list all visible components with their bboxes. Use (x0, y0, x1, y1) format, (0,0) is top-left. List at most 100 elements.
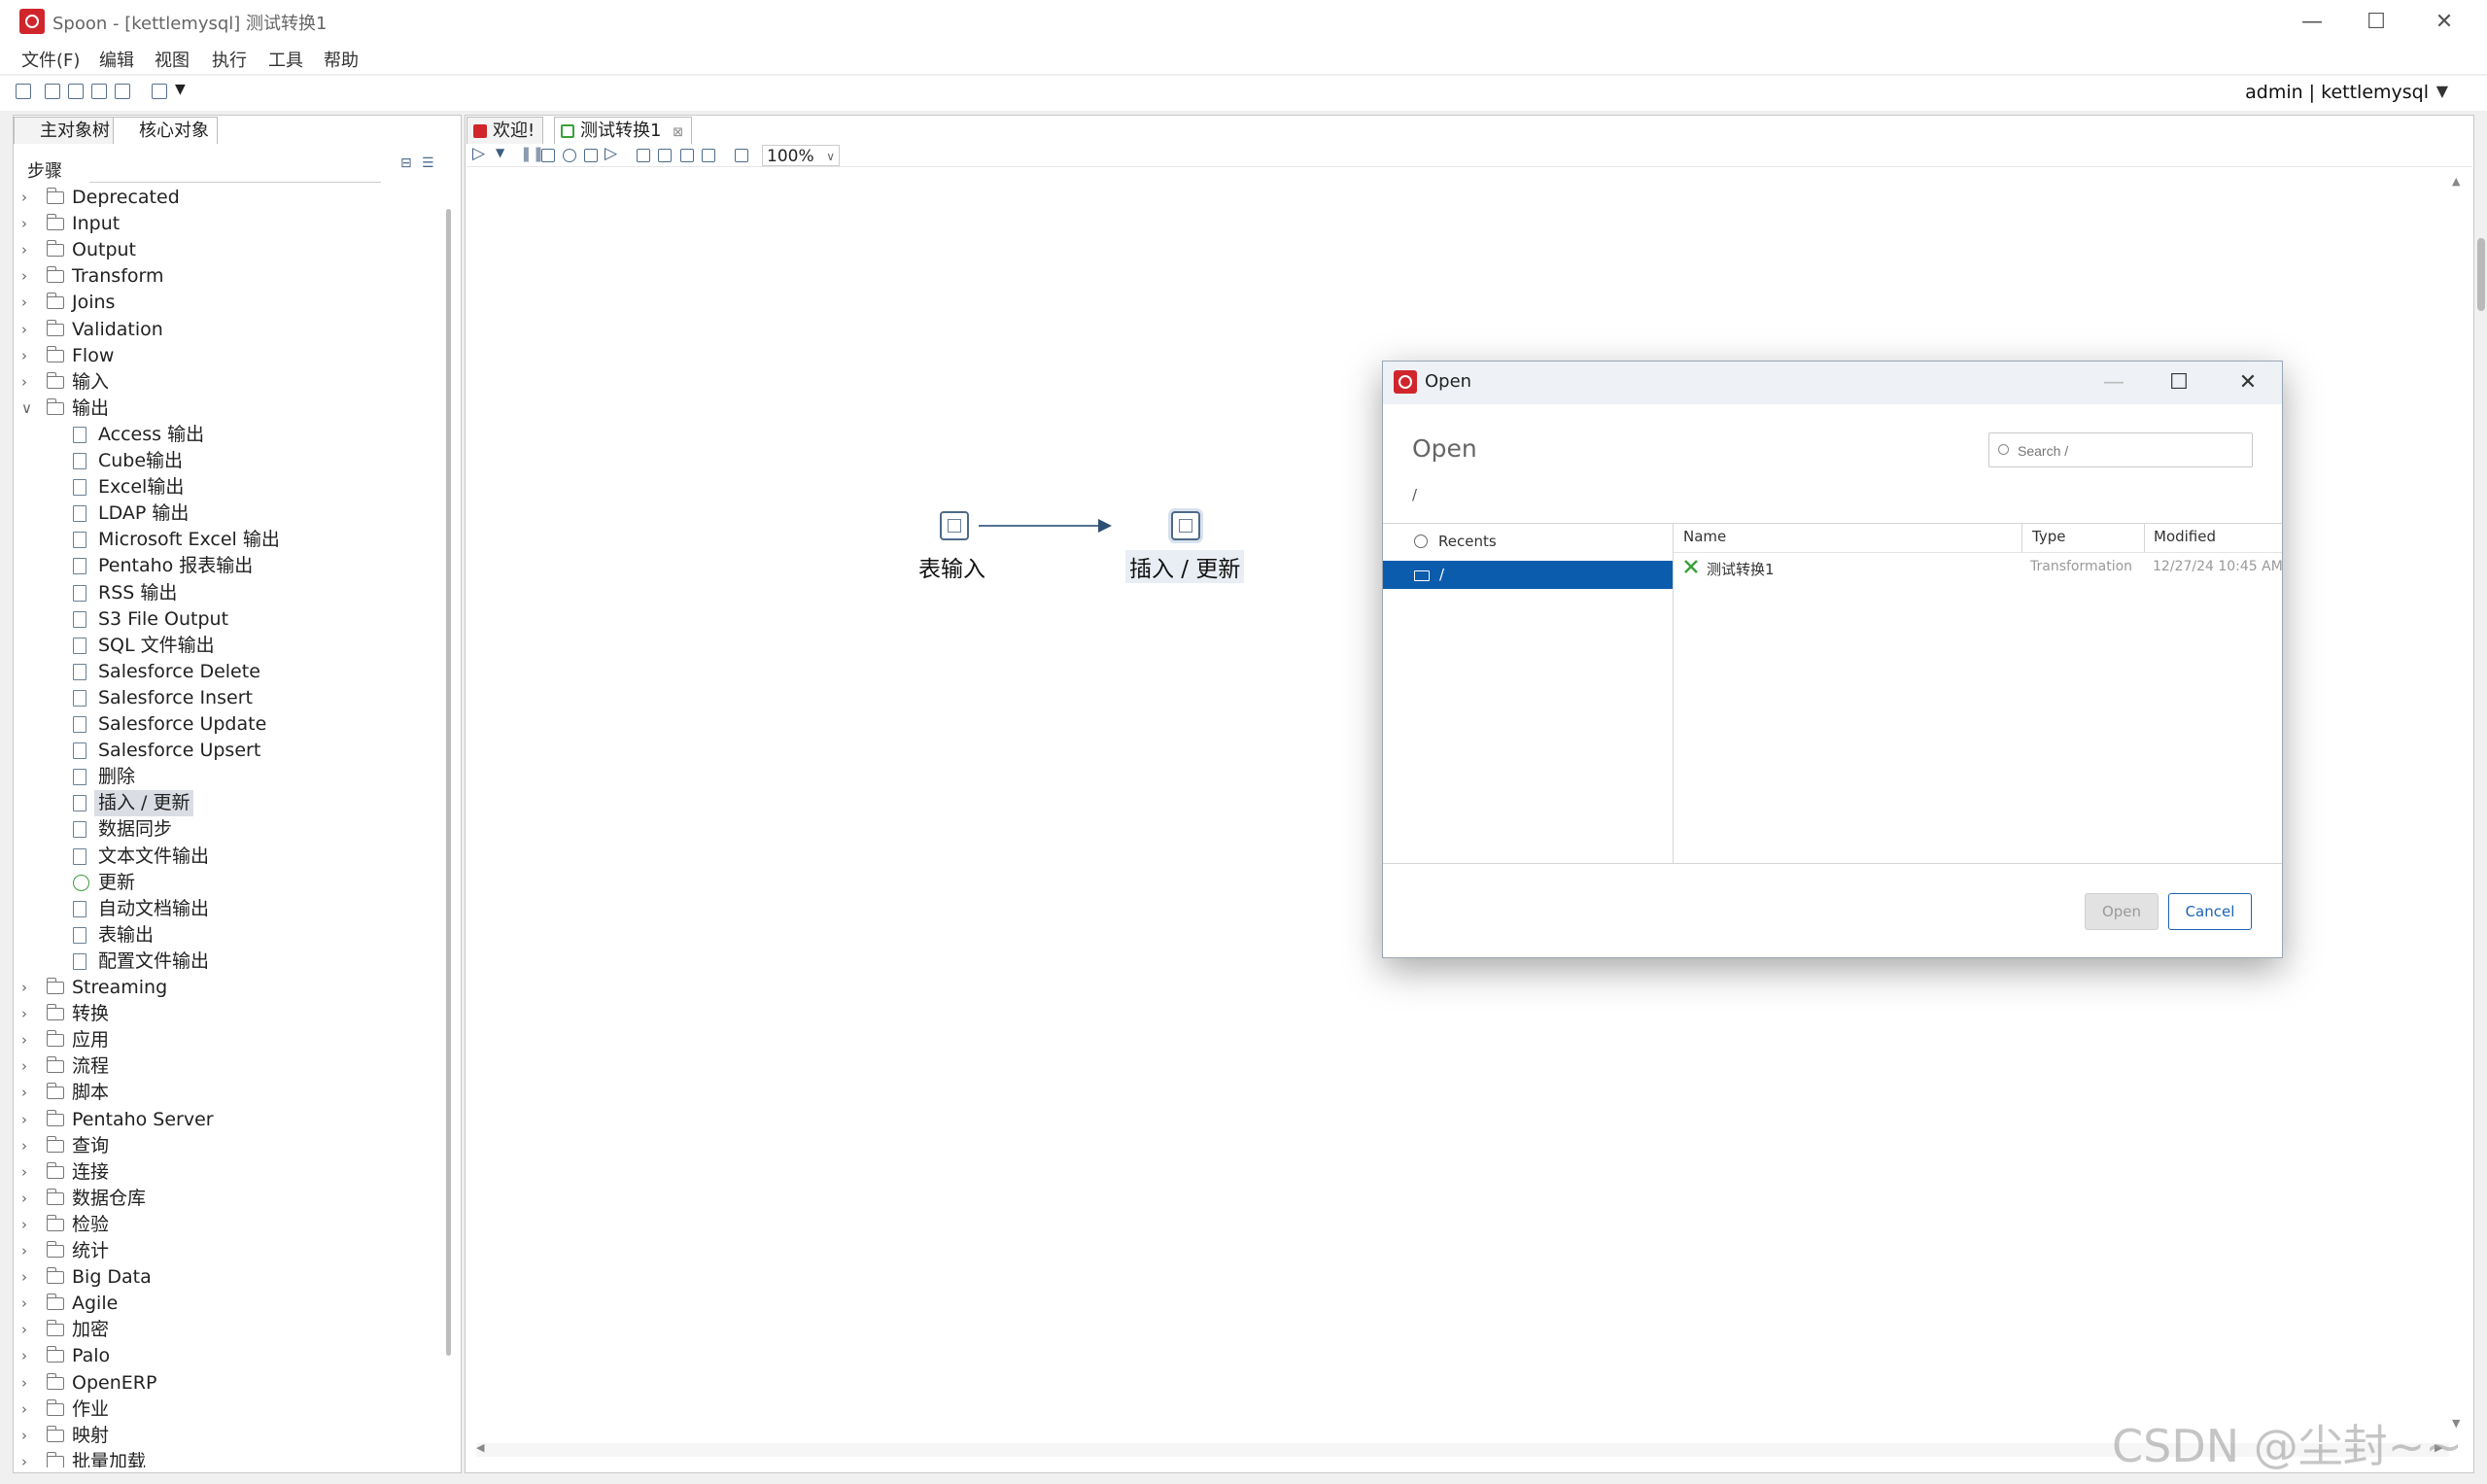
user-dropdown-icon[interactable]: ▼ (2436, 82, 2448, 100)
tree-folder[interactable]: › 应用 (21, 1027, 430, 1053)
impact-icon[interactable] (658, 149, 672, 162)
column-header-name[interactable]: Name (1683, 528, 1726, 545)
tree-folder[interactable]: › OpenERP (21, 1370, 430, 1397)
window-scrollbar-thumb[interactable] (2477, 238, 2485, 311)
menu-file[interactable]: 文件(F) (21, 47, 80, 72)
tree-folder[interactable]: › 脚本 (21, 1080, 430, 1106)
chevron-right-icon[interactable]: › (21, 343, 35, 369)
tree-step-item[interactable]: Salesforce Delete (21, 659, 430, 685)
step-node-table-input[interactable] (940, 511, 969, 540)
tree-step-item[interactable]: Microsoft Excel 输出 (21, 527, 430, 553)
tab-welcome[interactable]: 欢迎! (466, 117, 544, 144)
tree-folder[interactable]: › Validation (21, 317, 430, 343)
tree-folder[interactable]: › 统计 (21, 1238, 430, 1264)
chevron-right-icon[interactable]: › (21, 369, 35, 396)
scroll-left-icon[interactable]: ◀ (476, 1441, 484, 1454)
tab-core-objects[interactable]: 核心对象 (113, 117, 218, 144)
tree-folder[interactable]: › 批量加载 (21, 1449, 430, 1467)
chevron-right-icon[interactable]: › (21, 1133, 35, 1159)
dialog-close-button[interactable]: ✕ (2224, 365, 2272, 400)
tree-step-item[interactable]: Salesforce Insert (21, 685, 430, 711)
chevron-right-icon[interactable]: › (21, 1107, 35, 1133)
collapse-all-icon[interactable]: ⊟ (400, 155, 412, 171)
run-icon[interactable]: ▷ (472, 144, 485, 163)
tree-step-item[interactable]: 配置文件输出 (21, 949, 430, 975)
menu-run[interactable]: 执行 (212, 47, 247, 72)
open-button[interactable]: Open (2085, 893, 2159, 930)
open-file-icon[interactable] (45, 84, 60, 99)
chevron-right-icon[interactable]: › (21, 1423, 35, 1449)
chevron-right-icon[interactable]: › (21, 1238, 35, 1264)
tree-folder[interactable]: › 流程 (21, 1053, 430, 1080)
tree-step-item[interactable]: Cube输出 (21, 448, 430, 474)
menu-help[interactable]: 帮助 (324, 47, 359, 72)
chevron-right-icon[interactable]: › (21, 1186, 35, 1212)
tree-folder[interactable]: › 检验 (21, 1212, 430, 1238)
chevron-right-icon[interactable]: › (21, 1291, 35, 1317)
tree-folder[interactable]: › 数据仓库 (21, 1186, 430, 1212)
sql-icon[interactable] (680, 149, 694, 162)
tree-step-item[interactable]: 插入 / 更新 (21, 790, 430, 817)
chevron-right-icon[interactable]: › (21, 1449, 35, 1467)
chevron-right-icon[interactable]: › (21, 1080, 35, 1106)
explore-db-icon[interactable] (702, 149, 715, 162)
chevron-right-icon[interactable]: › (21, 1264, 35, 1291)
tree-folder[interactable]: › 转换 (21, 1001, 430, 1027)
tree-step-item[interactable]: RSS 输出 (21, 580, 430, 606)
tree-folder[interactable]: › 输入 (21, 369, 430, 396)
chevron-down-icon[interactable]: ∨ (21, 396, 35, 422)
tree-step-item[interactable]: LDAP 输出 (21, 500, 430, 527)
tree-folder[interactable]: › 连接 (21, 1159, 430, 1186)
chevron-right-icon[interactable]: › (21, 185, 35, 211)
tree-step-item[interactable]: 数据同步 (21, 816, 430, 843)
chevron-right-icon[interactable]: › (21, 1343, 35, 1369)
column-header-modified[interactable]: Modified (2154, 528, 2216, 545)
tree-folder[interactable]: › Pentaho Server (21, 1107, 430, 1133)
tree-folder[interactable]: › Palo (21, 1343, 430, 1369)
tree-folder[interactable]: › 作业 (21, 1397, 430, 1423)
verify-icon[interactable] (637, 149, 650, 162)
chevron-right-icon[interactable]: › (21, 290, 35, 316)
chevron-right-icon[interactable]: › (21, 263, 35, 290)
tree-folder[interactable]: ∨ 输出 (21, 396, 430, 422)
chevron-right-icon[interactable]: › (21, 975, 35, 1001)
tree-step-item[interactable]: Salesforce Update (21, 711, 430, 738)
tree-step-item[interactable]: S3 File Output (21, 606, 430, 633)
dialog-maximize-button[interactable]: ☐ (2155, 365, 2203, 400)
show-results-icon[interactable] (735, 149, 748, 162)
expand-all-icon[interactable]: ☰ (422, 155, 434, 171)
zoom-select[interactable]: 100% ∨ (762, 145, 840, 166)
chevron-right-icon[interactable]: › (21, 1317, 35, 1343)
tree-folder[interactable]: › Big Data (21, 1264, 430, 1291)
tree-folder[interactable]: › Joins (21, 290, 430, 316)
dialog-search-input[interactable] (2016, 440, 2247, 462)
debug-icon[interactable] (584, 149, 598, 162)
step-node-insert-update[interactable] (1171, 511, 1200, 540)
tab-close-icon[interactable]: ⊠ (673, 125, 683, 140)
steps-scrollbar[interactable] (446, 209, 451, 1356)
tree-step-item[interactable]: Excel输出 (21, 474, 430, 500)
window-scrollbar[interactable] (2476, 233, 2486, 914)
repository-user[interactable]: admin | kettlemysql (2245, 82, 2429, 103)
tree-step-item[interactable]: 表输出 (21, 922, 430, 949)
layers-dropdown-icon[interactable]: ▼ (175, 82, 186, 97)
preview-icon[interactable] (563, 149, 576, 162)
close-button[interactable]: ✕ (2410, 4, 2478, 41)
maximize-button[interactable]: ☐ (2342, 4, 2410, 41)
menu-view[interactable]: 视图 (155, 47, 190, 72)
dialog-minimize-button[interactable]: — (2090, 365, 2138, 400)
menu-edit[interactable]: 编辑 (99, 47, 134, 72)
save-icon[interactable] (91, 84, 107, 99)
scroll-up-icon[interactable]: ▲ (2452, 175, 2460, 188)
tab-transformation[interactable]: 测试转换1 ⊠ (554, 117, 693, 144)
steps-search-input[interactable] (89, 155, 381, 183)
hop-line[interactable] (979, 525, 1103, 527)
tree-step-item[interactable]: 更新 (21, 870, 430, 896)
chevron-right-icon[interactable]: › (21, 1159, 35, 1186)
tab-main-tree[interactable]: 主对象树 (14, 117, 119, 144)
minimize-button[interactable]: — (2278, 4, 2346, 41)
column-separator[interactable] (2144, 523, 2145, 552)
stop-icon[interactable] (541, 149, 555, 162)
tree-step-item[interactable]: 删除 (21, 764, 430, 790)
canvas-vertical-scrollbar[interactable]: ▲ ▼ (2450, 175, 2464, 1433)
